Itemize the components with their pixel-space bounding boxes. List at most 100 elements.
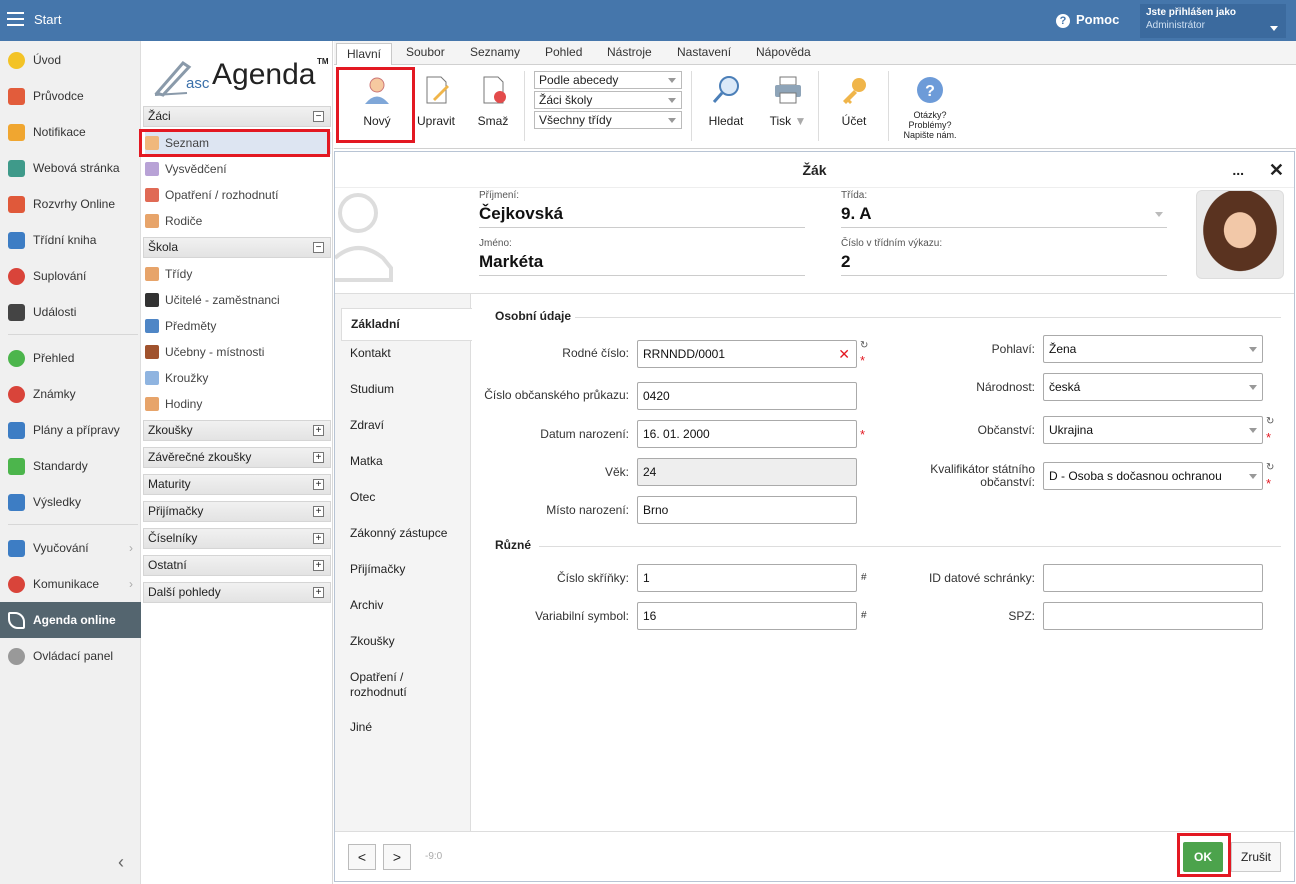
tree-group-maturity[interactable]: Maturity + xyxy=(143,474,331,495)
tab-studium[interactable]: Studium xyxy=(350,382,394,397)
tab-zakladni[interactable]: Základní xyxy=(341,308,472,341)
sidebar-item-pruvodce[interactable]: Průvodce xyxy=(0,78,141,114)
tree-group-prijimacky[interactable]: Přijímačky + xyxy=(143,501,331,522)
data-box-input[interactable] xyxy=(1043,564,1263,592)
tree-item-vysvedceni[interactable]: Vysvědčení xyxy=(145,158,331,180)
collapse-icon[interactable]: − xyxy=(313,111,324,122)
print-dropdown-icon[interactable]: ▼ xyxy=(795,114,807,128)
tab-pohled[interactable]: Pohled xyxy=(545,45,582,59)
tab-zkousky[interactable]: Zkoušky xyxy=(350,634,395,649)
tab-seznamy[interactable]: Seznamy xyxy=(470,45,520,59)
tree-group-skola[interactable]: Škola − xyxy=(143,237,331,258)
sidebar-item-uvod[interactable]: Úvod xyxy=(0,42,141,78)
citizenship-select[interactable]: Ukrajina xyxy=(1043,416,1263,444)
birth-place-input[interactable]: Brno xyxy=(637,496,857,524)
delete-button[interactable]: Smaž xyxy=(476,75,510,128)
tree-item-hodiny[interactable]: Hodiny xyxy=(145,393,331,415)
start-link[interactable]: Start xyxy=(34,12,61,27)
student-photo[interactable] xyxy=(1196,190,1284,279)
sidebar-item-vyucovani[interactable]: Vyučování › xyxy=(0,530,141,566)
tree-group-ciselniky[interactable]: Číselníky + xyxy=(143,528,331,549)
next-button[interactable]: > xyxy=(383,844,411,870)
expand-icon[interactable]: + xyxy=(313,452,324,463)
collapse-icon[interactable]: − xyxy=(313,242,324,253)
cancel-button[interactable]: Zrušit xyxy=(1231,842,1281,872)
sidebar-item-udalosti[interactable]: Události xyxy=(0,294,141,330)
tab-jine[interactable]: Jiné xyxy=(350,720,372,735)
sidebar-item-standardy[interactable]: Standardy xyxy=(0,448,141,484)
search-button[interactable]: Hledat xyxy=(706,75,746,128)
sidebar-item-komunikace[interactable]: Komunikace › xyxy=(0,566,141,602)
sidebar-item-suplovani[interactable]: Suplování xyxy=(0,258,141,294)
sidebar-item-web[interactable]: Webová stránka xyxy=(0,150,141,186)
tree-item-opatreni[interactable]: Opatření / rozhodnutí xyxy=(145,184,331,206)
tree-item-ucitele[interactable]: Učitelé - zaměstnanci xyxy=(145,289,331,311)
user-menu[interactable]: Jste přihlášen jako Administrátor xyxy=(1140,4,1286,38)
sidebar-item-ovladaci-panel[interactable]: Ovládací panel xyxy=(0,638,141,674)
tab-archiv[interactable]: Archiv xyxy=(350,598,383,613)
tree-group-dalsi[interactable]: Další pohledy + xyxy=(143,582,331,603)
tree-item-predmety[interactable]: Předměty xyxy=(145,315,331,337)
tab-matka[interactable]: Matka xyxy=(350,454,383,469)
tab-kontakt[interactable]: Kontakt xyxy=(350,346,391,361)
help-button[interactable]: ? Pomoc xyxy=(1056,12,1119,28)
account-button[interactable]: Účet xyxy=(836,75,872,128)
tab-otec[interactable]: Otec xyxy=(350,490,375,505)
tree-item-ucebny[interactable]: Učebny - místnosti xyxy=(145,341,331,363)
tree-item-tridy[interactable]: Třídy xyxy=(145,263,331,285)
edit-button[interactable]: Upravit xyxy=(416,75,456,128)
close-icon[interactable]: ✕ xyxy=(1269,152,1284,188)
clear-icon[interactable]: ✕ xyxy=(838,341,850,367)
refresh-icon[interactable]: ↻ xyxy=(1266,462,1274,473)
sidebar-item-znamky[interactable]: Známky xyxy=(0,376,141,412)
gender-select[interactable]: Žena xyxy=(1043,335,1263,363)
expand-icon[interactable]: + xyxy=(313,479,324,490)
expand-icon[interactable]: + xyxy=(313,506,324,517)
citizenship-qualifier-select[interactable]: D - Osoba s dočasnou ochranou xyxy=(1043,462,1263,490)
menu-icon[interactable] xyxy=(7,12,24,26)
refresh-icon[interactable]: ↻ xyxy=(1266,416,1274,427)
scope-select[interactable]: Žáci školy xyxy=(534,91,682,109)
variable-symbol-input[interactable]: 16 xyxy=(637,602,857,630)
birth-date-input[interactable]: 16. 01. 2000 xyxy=(637,420,857,448)
questions-button[interactable]: ? Otázky? Problémy? Napište nám. xyxy=(900,75,960,140)
sidebar-item-tridni-kniha[interactable]: Třídní kniha xyxy=(0,222,141,258)
sidebar-item-prehled[interactable]: Přehled xyxy=(0,340,141,376)
tab-napoveda[interactable]: Nápověda xyxy=(756,45,811,59)
print-button[interactable]: Tisk ▼ xyxy=(766,75,810,128)
license-plate-input[interactable] xyxy=(1043,602,1263,630)
sidebar-item-agenda-online[interactable]: Agenda online xyxy=(0,602,141,638)
class-field[interactable]: Třída: 9. A xyxy=(841,190,1167,228)
expand-icon[interactable]: + xyxy=(313,425,324,436)
sort-select[interactable]: Podle abecedy xyxy=(534,71,682,89)
tree-item-rodice[interactable]: Rodiče xyxy=(145,210,331,232)
tab-nastaveni[interactable]: Nastavení xyxy=(677,45,731,59)
tree-group-ostatni[interactable]: Ostatní + xyxy=(143,555,331,576)
prev-button[interactable]: < xyxy=(348,844,376,870)
more-options-icon[interactable]: ... xyxy=(1232,152,1244,188)
sidebar-item-notifikace[interactable]: Notifikace xyxy=(0,114,141,150)
tree-group-zkousky[interactable]: Zkoušky + xyxy=(143,420,331,441)
tab-zdravi[interactable]: Zdraví xyxy=(350,418,384,433)
birth-number-input[interactable]: RRNNDD/0001 ✕ xyxy=(637,340,857,368)
tab-soubor[interactable]: Soubor xyxy=(406,45,445,59)
class-filter-select[interactable]: Všechny třídy xyxy=(534,111,682,129)
tab-opatreni[interactable]: Opatření / rozhodnutí xyxy=(350,670,440,700)
tree-item-krouzky[interactable]: Kroužky xyxy=(145,367,331,389)
tree-group-zaverecne[interactable]: Závěrečné zkoušky + xyxy=(143,447,331,468)
sidebar-item-rozvrhy[interactable]: Rozvrhy Online xyxy=(0,186,141,222)
nationality-select[interactable]: česká xyxy=(1043,373,1263,401)
sidebar-item-vysledky[interactable]: Výsledky xyxy=(0,484,141,520)
id-card-input[interactable]: 0420 xyxy=(637,382,857,410)
locker-input[interactable]: 1 xyxy=(637,564,857,592)
tree-group-zaci[interactable]: Žáci − xyxy=(143,106,331,127)
collapse-sidebar-icon[interactable]: ‹ xyxy=(118,852,124,873)
tab-hlavni[interactable]: Hlavní xyxy=(336,43,393,65)
expand-icon[interactable]: + xyxy=(313,533,324,544)
tab-zakonny-zastupce[interactable]: Zákonný zástupce xyxy=(350,526,447,541)
expand-icon[interactable]: + xyxy=(313,587,324,598)
sidebar-item-plany[interactable]: Plány a přípravy xyxy=(0,412,141,448)
tab-prijimacky[interactable]: Přijímačky xyxy=(350,562,405,577)
tab-nastroje[interactable]: Nástroje xyxy=(607,45,652,59)
expand-icon[interactable]: + xyxy=(313,560,324,571)
